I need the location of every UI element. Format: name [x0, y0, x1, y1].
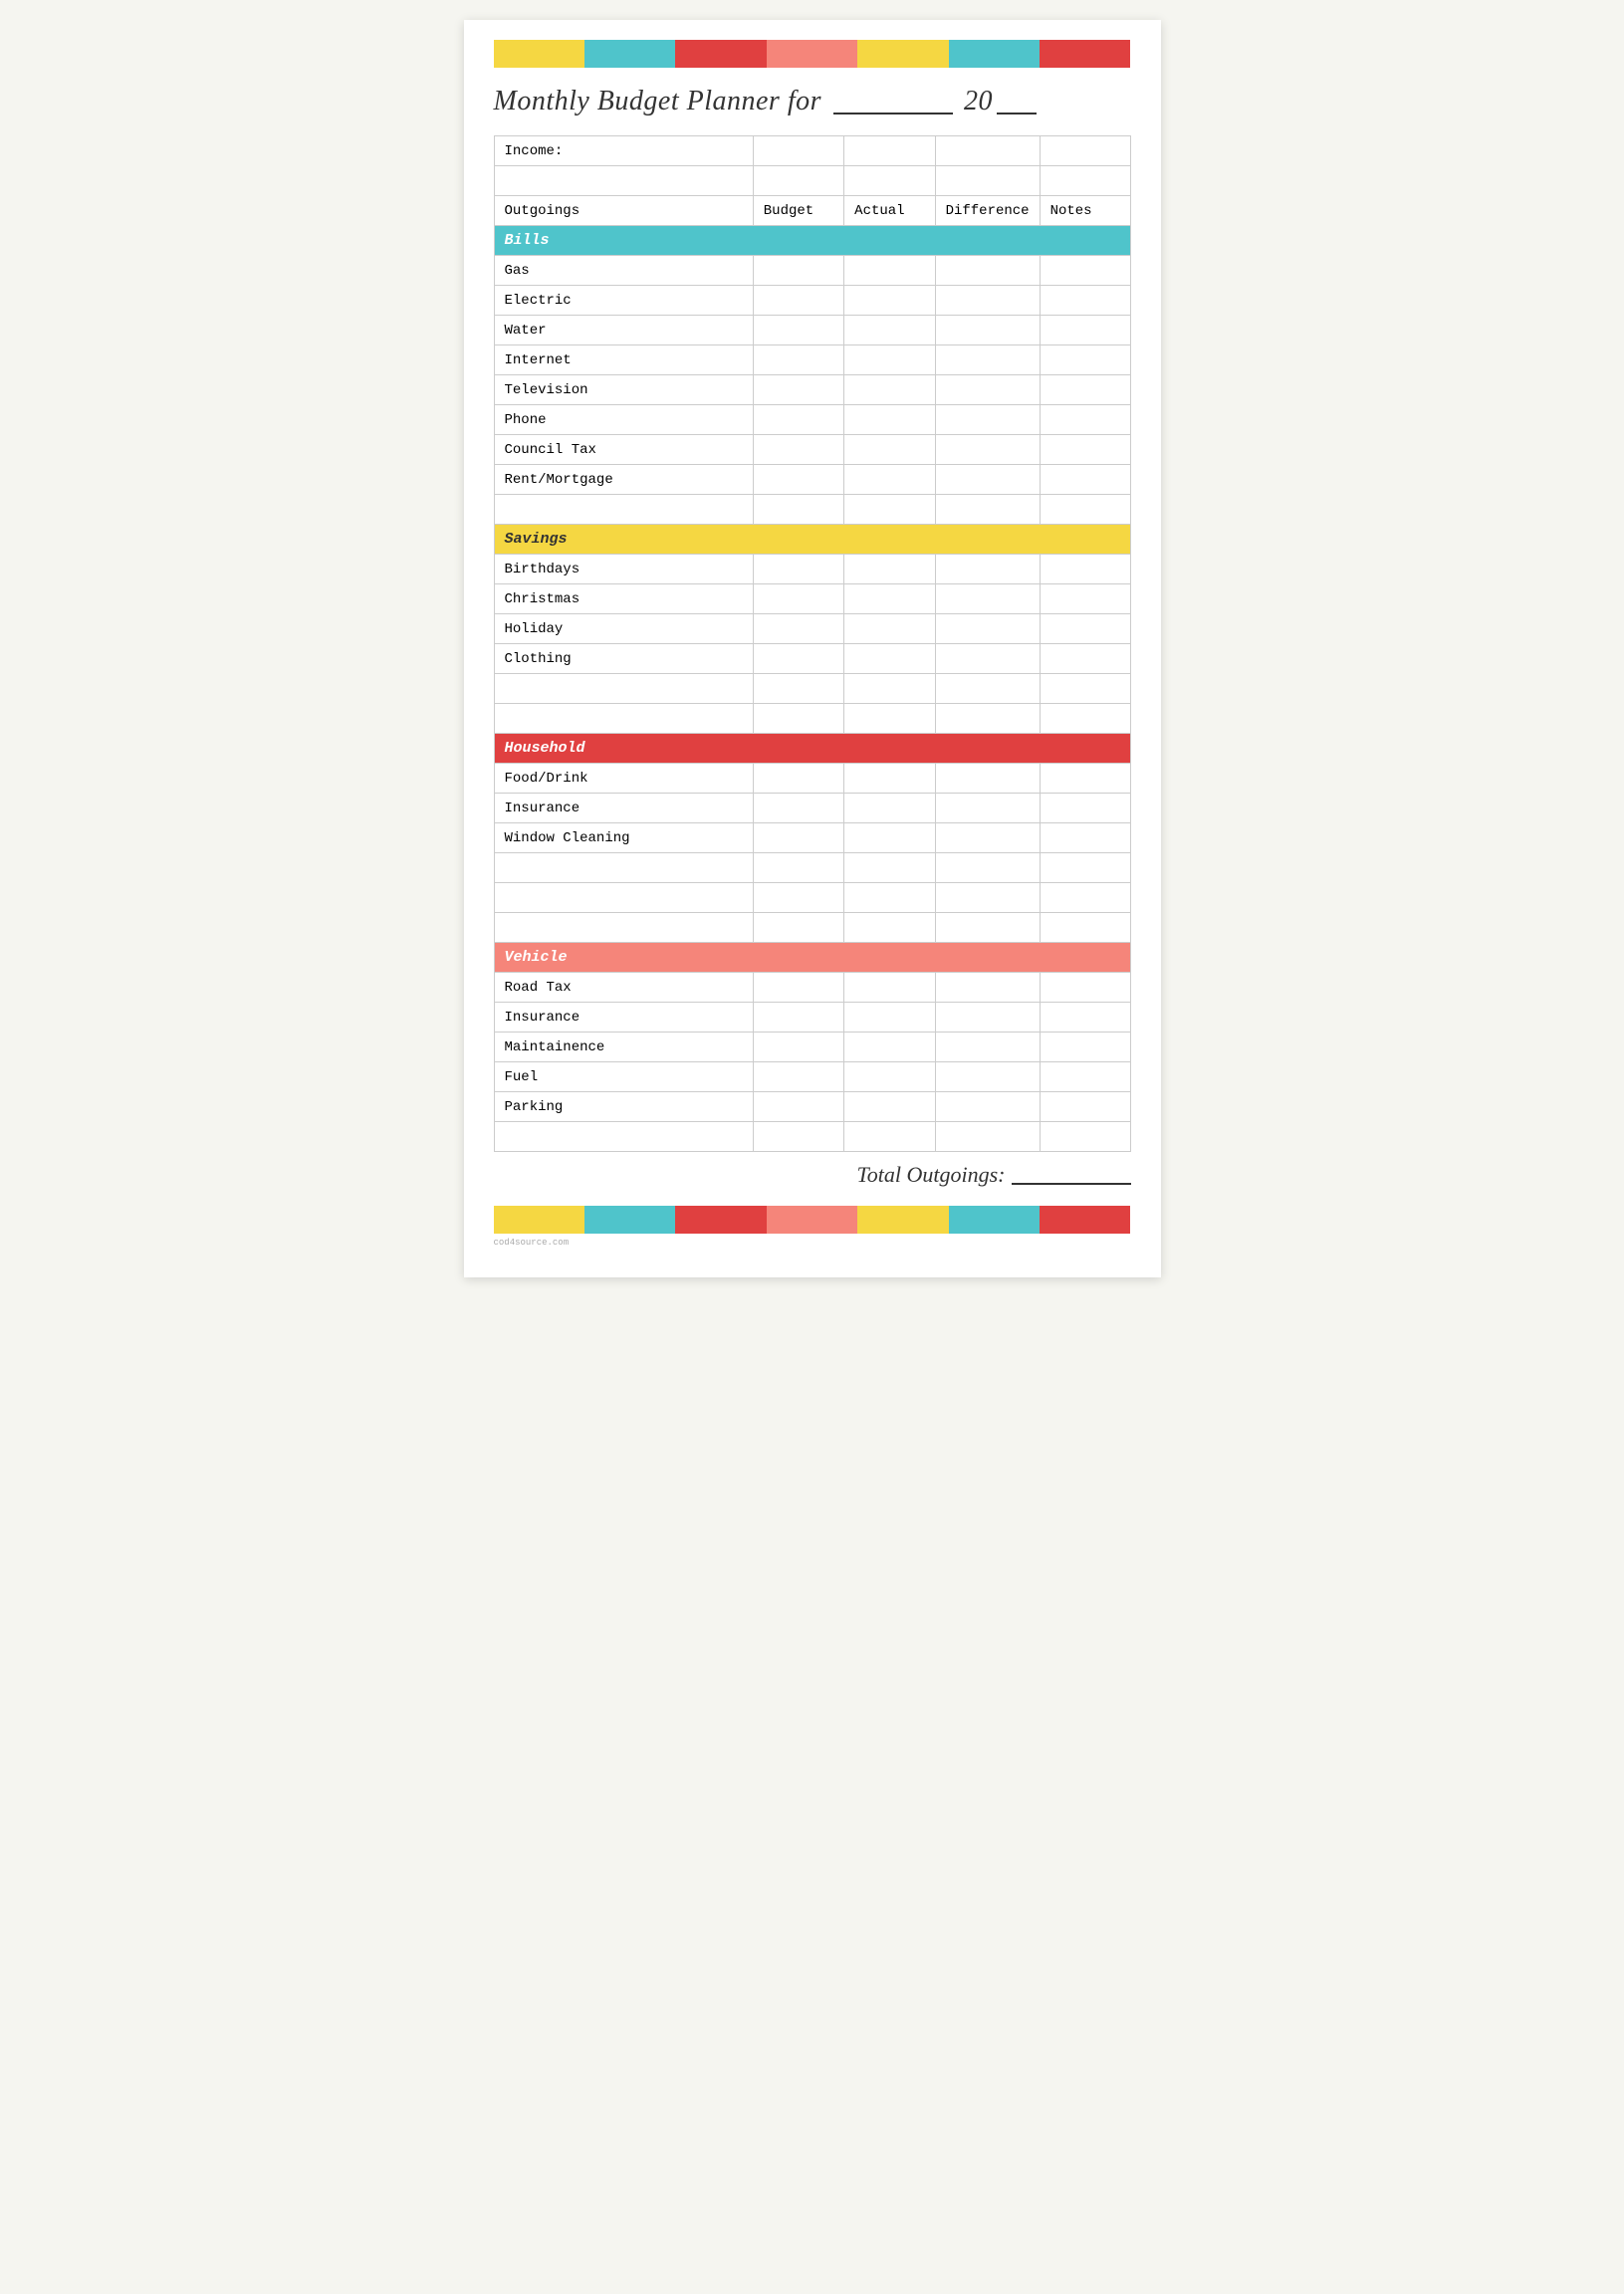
year-line [997, 113, 1037, 115]
column-header-row: Outgoings Budget Actual Difference Notes [494, 196, 1130, 226]
table-row: Food/Drink [494, 764, 1130, 794]
total-outgoings-section: Total Outgoings: [494, 1162, 1131, 1188]
table-row: Phone [494, 405, 1130, 435]
table-row: Rent/Mortgage [494, 465, 1130, 495]
table-row: Road Tax [494, 973, 1130, 1003]
swatch-bottom-red-1 [675, 1206, 766, 1234]
swatch-teal-2 [949, 40, 1040, 68]
income-budget [753, 136, 843, 166]
col-header-notes: Notes [1040, 196, 1130, 226]
budget-table: Income: Outgoings Budget Actual Differen… [494, 135, 1131, 1152]
table-row: Christmas [494, 584, 1130, 614]
income-actual [844, 136, 935, 166]
swatch-teal-1 [584, 40, 675, 68]
empty-row-household-3 [494, 913, 1130, 943]
income-notes [1040, 136, 1130, 166]
swatch-yellow-2 [857, 40, 948, 68]
table-row: Parking [494, 1092, 1130, 1122]
page-title: Monthly Budget Planner for 20 [494, 86, 1131, 117]
swatch-red-1 [675, 40, 766, 68]
col-header-difference: Difference [935, 196, 1040, 226]
section-header-vehicle: Vehicle [494, 943, 1130, 973]
table-row: Holiday [494, 614, 1130, 644]
table-row: Fuel [494, 1062, 1130, 1092]
empty-row-savings-1 [494, 674, 1130, 704]
swatch-yellow-1 [494, 40, 584, 68]
table-row: Clothing [494, 644, 1130, 674]
table-row: Insurance [494, 1003, 1130, 1032]
table-row: Window Cleaning [494, 823, 1130, 853]
color-bar-bottom [494, 1206, 1131, 1234]
section-header-savings: Savings [494, 525, 1130, 555]
income-row: Income: [494, 136, 1130, 166]
swatch-bottom-pink-1 [767, 1206, 857, 1234]
empty-row-household-2 [494, 883, 1130, 913]
name-line [833, 113, 953, 115]
swatch-bottom-teal-2 [949, 1206, 1040, 1234]
section-header-bills: Bills [494, 226, 1130, 256]
income-diff [935, 136, 1040, 166]
total-outgoings-label: Total Outgoings: [857, 1162, 1006, 1187]
table-row: Television [494, 375, 1130, 405]
table-row: Internet [494, 345, 1130, 375]
table-row: Gas [494, 256, 1130, 286]
table-row: Electric [494, 286, 1130, 316]
table-row: Insurance [494, 794, 1130, 823]
swatch-bottom-teal-1 [584, 1206, 675, 1234]
table-row: Maintainence [494, 1032, 1130, 1062]
swatch-bottom-red-2 [1040, 1206, 1130, 1234]
col-header-actual: Actual [844, 196, 935, 226]
col-header-budget: Budget [753, 196, 843, 226]
swatch-bottom-yellow-2 [857, 1206, 948, 1234]
table-row: Council Tax [494, 435, 1130, 465]
empty-row-savings-2 [494, 704, 1130, 734]
section-header-household: Household [494, 734, 1130, 764]
total-line [1012, 1183, 1131, 1185]
empty-row-vehicle [494, 1122, 1130, 1152]
swatch-bottom-yellow-1 [494, 1206, 584, 1234]
col-header-outgoings: Outgoings [494, 196, 753, 226]
empty-row-household-1 [494, 853, 1130, 883]
empty-row-after-income [494, 166, 1130, 196]
empty-row-bills [494, 495, 1130, 525]
swatch-red-2 [1040, 40, 1130, 68]
table-row: Birthdays [494, 555, 1130, 584]
income-label: Income: [494, 136, 753, 166]
color-bar-top [494, 40, 1131, 68]
page: Monthly Budget Planner for 20 Income: Ou… [464, 20, 1161, 1277]
swatch-pink-1 [767, 40, 857, 68]
watermark: cod4source.com [494, 1238, 1131, 1248]
table-row: Water [494, 316, 1130, 345]
